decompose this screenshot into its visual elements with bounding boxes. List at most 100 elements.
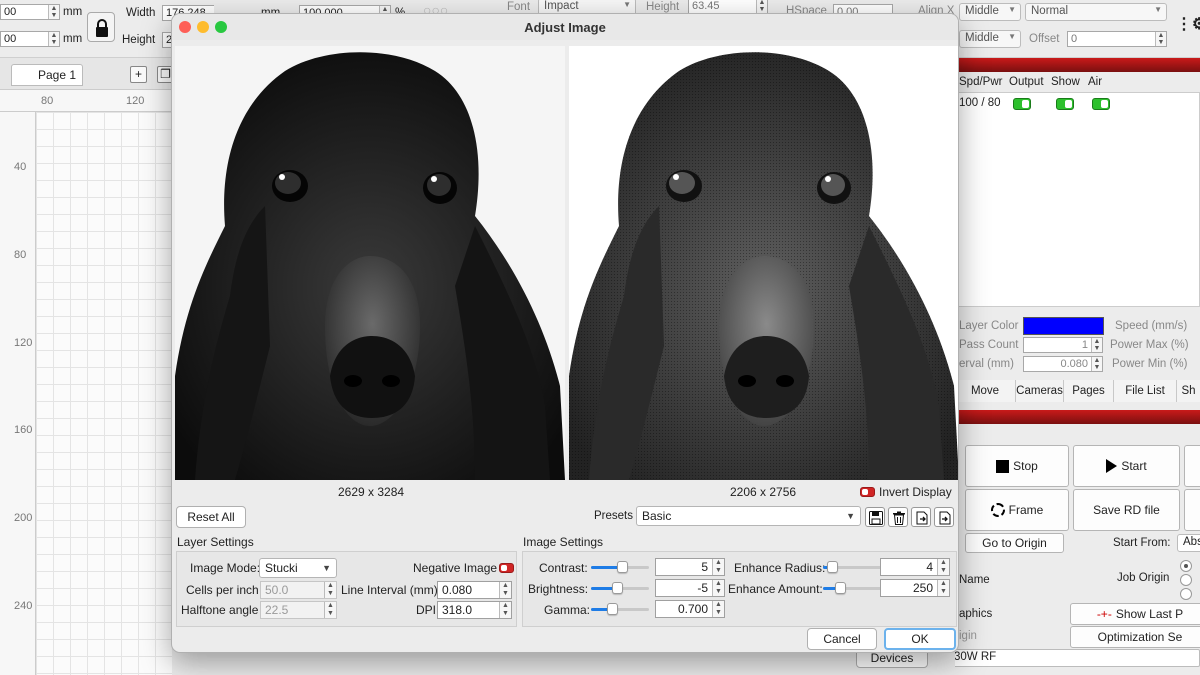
line-interval-stepper[interactable]: ▲ ▼	[499, 582, 511, 598]
font-height-input[interactable]: 63.45 ▲ ▼	[688, 0, 768, 14]
layer-settings-header: Layer Settings	[177, 535, 254, 549]
cancel-button[interactable]: Cancel	[807, 628, 877, 650]
start-button[interactable]: Start	[1073, 445, 1180, 487]
lock-ratio-button[interactable]	[87, 12, 115, 42]
font-height-stepper[interactable]: ▲ ▼	[756, 0, 767, 13]
contrast-stepper[interactable]: ▲ ▼	[712, 559, 724, 575]
pass-count-stepper[interactable]: ▲ ▼	[1091, 338, 1102, 352]
stop-button[interactable]: Stop	[965, 445, 1069, 487]
reset-all-button[interactable]: Reset All	[176, 506, 246, 528]
slider-knob[interactable]	[612, 582, 623, 594]
layer-color-label: Layer Color	[959, 320, 1019, 332]
tab-pages[interactable]: Pages	[1063, 380, 1113, 402]
offset-input[interactable]: 0 ▲ ▼	[1067, 31, 1167, 47]
invert-display-toggle[interactable]: Invert Display	[860, 485, 952, 499]
contrast-slider[interactable]	[591, 560, 649, 574]
layer-color-swatch[interactable]	[1023, 317, 1104, 335]
brightness-slider[interactable]	[591, 581, 649, 595]
device-select[interactable]: 30W RF	[934, 649, 1200, 667]
image-mode-select[interactable]: Stucki ▼	[259, 558, 337, 578]
layer-list: 100 / 80	[955, 92, 1200, 307]
dpi-value: 318.0	[442, 603, 473, 617]
enhance-amount-input[interactable]: 250 ▲ ▼	[880, 579, 950, 597]
tab-page-1[interactable]: Page 1	[11, 64, 83, 86]
line-interval-label: Line Interval (mm)	[341, 583, 438, 597]
gamma-slider[interactable]	[591, 602, 649, 616]
negative-image-toggle[interactable]	[499, 563, 514, 573]
ok-button[interactable]: OK	[884, 628, 956, 650]
align-x-value: Middle	[965, 5, 999, 17]
start-from-select[interactable]: Abs	[1177, 534, 1200, 552]
show-last-position-button[interactable]: -+- Show Last P	[1070, 603, 1200, 625]
more-options-icon[interactable]: ⋮⚙	[1176, 14, 1200, 34]
chevron-down-icon: ▼	[1008, 32, 1016, 41]
interval-input[interactable]: 0.080 ▲ ▼	[1023, 356, 1103, 372]
align-x-select[interactable]: Middle ▼	[959, 3, 1021, 21]
job-origin-radio[interactable]	[1180, 588, 1192, 600]
pass-count-input[interactable]: 1 ▲ ▼	[1023, 337, 1103, 353]
presets-select[interactable]: Basic ▼	[636, 506, 861, 526]
y-position-input[interactable]: 00 ▲ ▼	[0, 31, 60, 47]
interval-stepper[interactable]: ▲ ▼	[1091, 357, 1102, 371]
slider-knob[interactable]	[607, 603, 618, 615]
page-tab-label: Page 1	[38, 68, 77, 82]
import-icon	[916, 511, 928, 525]
line-interval-input[interactable]: 0.080 ▲ ▼	[437, 581, 512, 599]
height-label: Height	[122, 34, 156, 46]
tab-move[interactable]: Move	[955, 380, 1015, 402]
air-toggle[interactable]	[1092, 98, 1110, 110]
tab-file-list[interactable]: File List	[1113, 380, 1176, 402]
gamma-stepper[interactable]: ▲ ▼	[712, 601, 724, 617]
brightness-stepper[interactable]: ▲ ▼	[712, 580, 724, 596]
send-button[interactable]	[1184, 489, 1200, 531]
enhance-radius-input[interactable]: 4 ▲ ▼	[880, 558, 950, 576]
chevron-down-icon: ▼	[1154, 5, 1162, 14]
dpi-stepper[interactable]: ▲ ▼	[499, 602, 511, 618]
slider-knob[interactable]	[617, 561, 628, 573]
align-y-select[interactable]: Middle ▼	[959, 30, 1021, 48]
workspace-canvas[interactable]	[36, 112, 176, 675]
optimization-settings-button[interactable]: Optimization Se	[1070, 626, 1200, 648]
brightness-value: -5	[697, 581, 708, 595]
delete-preset-button[interactable]	[888, 507, 908, 527]
slider-knob[interactable]	[835, 582, 846, 594]
go-to-origin-button[interactable]: Go to Origin	[965, 533, 1064, 553]
halftone-angle-input[interactable]: 22.5 ▲ ▼	[260, 601, 337, 619]
x-position-input[interactable]: 00 ▲ ▼	[0, 4, 60, 20]
pause-button[interactable]	[1184, 445, 1200, 487]
frame-button[interactable]: Frame	[965, 489, 1069, 531]
enhance-amount-slider[interactable]	[823, 581, 883, 595]
import-preset-button[interactable]	[911, 507, 931, 527]
enhance-radius-stepper[interactable]: ▲ ▼	[937, 559, 949, 575]
save-preset-button[interactable]	[865, 507, 885, 527]
job-origin-radio[interactable]	[1180, 574, 1192, 586]
add-page-icon[interactable]: +	[130, 66, 147, 83]
image-mode-label: Image Mode:	[190, 561, 261, 575]
cells-per-inch-input[interactable]: 50.0 ▲ ▼	[260, 581, 337, 599]
output-toggle[interactable]	[1013, 98, 1031, 110]
offset-stepper[interactable]: ▲ ▼	[1155, 32, 1166, 46]
dpi-label: DPI	[416, 603, 437, 617]
tab-cameras[interactable]: Cameras	[1015, 380, 1063, 402]
invert-toggle-switch[interactable]	[860, 487, 875, 497]
export-preset-button[interactable]	[934, 507, 954, 527]
col-output: Output	[1009, 76, 1044, 88]
enhance-amount-stepper[interactable]: ▲ ▼	[937, 580, 949, 596]
tab-shape[interactable]: Sh	[1176, 380, 1200, 402]
contrast-input[interactable]: 5 ▲ ▼	[655, 558, 725, 576]
brightness-input[interactable]: -5 ▲ ▼	[655, 579, 725, 597]
halftone-stepper[interactable]: ▲ ▼	[324, 602, 336, 618]
x-stepper[interactable]: ▲ ▼	[48, 5, 59, 19]
show-toggle[interactable]	[1056, 98, 1074, 110]
original-dimensions: 2629 x 3284	[338, 485, 405, 499]
dpi-input[interactable]: 318.0 ▲ ▼	[437, 601, 512, 619]
gamma-input[interactable]: 0.700 ▲ ▼	[655, 600, 725, 618]
enhance-radius-slider[interactable]	[823, 560, 883, 574]
y-stepper[interactable]: ▲ ▼	[48, 32, 59, 46]
slider-knob[interactable]	[827, 561, 838, 573]
font-height-value: 63.45	[692, 0, 720, 12]
text-style-select[interactable]: Normal ▼	[1025, 3, 1167, 21]
job-origin-radio[interactable]	[1180, 560, 1192, 572]
save-rd-button[interactable]: Save RD file	[1073, 489, 1180, 531]
cells-stepper[interactable]: ▲ ▼	[324, 582, 336, 598]
